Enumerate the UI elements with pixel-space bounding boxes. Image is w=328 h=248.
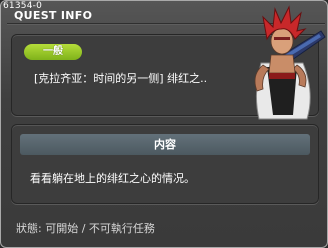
quest-npc-portrait <box>254 5 326 120</box>
content-header: 内容 <box>20 134 310 155</box>
quest-status: 狀態: 可開始 / 不可執行任務 <box>16 222 155 235</box>
quest-content-panel: 内容 看看躺在地上的绯红之心的情况。 <box>11 124 319 204</box>
quest-description: 看看躺在地上的绯红之心的情况。 <box>30 172 195 185</box>
window-title: QUEST INFO <box>14 9 93 22</box>
quest-title: [克拉齐亚：时间的另一侧] 绯红之.. <box>34 72 208 85</box>
quest-info-window: 61354-0 QUEST INFO 一般 [克拉齐亚：时间的另一侧] 绯红之.… <box>0 0 328 248</box>
quest-category-badge: 一般 <box>24 44 82 60</box>
